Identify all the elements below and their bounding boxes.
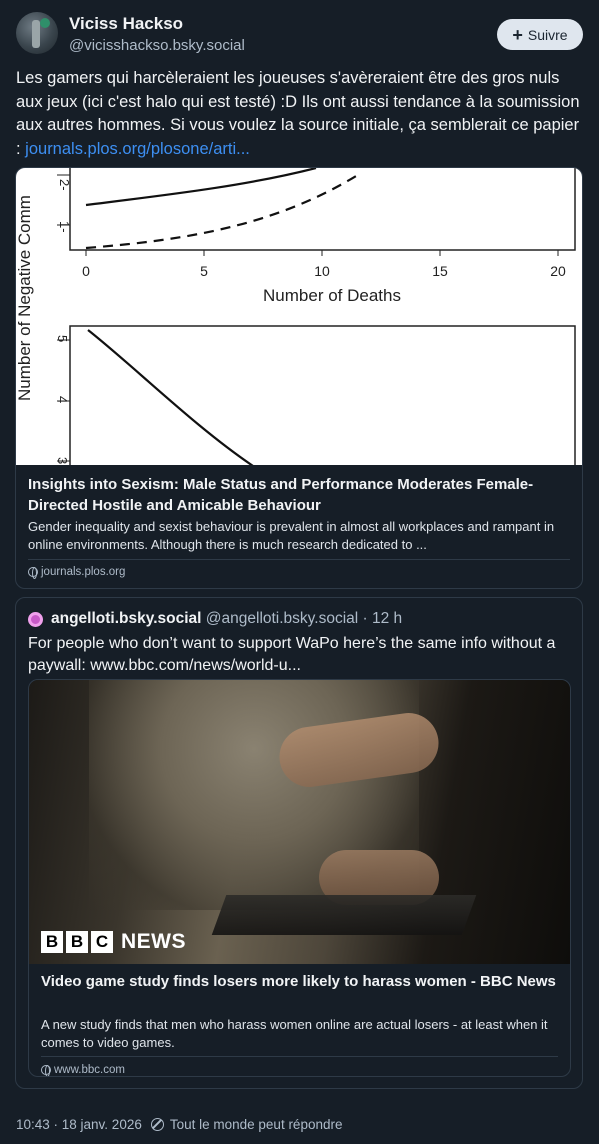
bottom-solid-curve: [87, 329, 257, 469]
figure-ylabel: Number of Negative Comm: [16, 195, 34, 401]
globe-icon: [28, 567, 38, 579]
bottom-panel-frame: [69, 325, 576, 477]
top-ytick-label-0: 2-: [57, 179, 72, 191]
xtick-label-4: 20: [550, 263, 566, 279]
quote-author-line: angelloti.bsky.social @angelloti.bsky.so…: [51, 610, 402, 628]
quote-author-handle[interactable]: @angelloti.bsky.social: [206, 610, 358, 627]
top-panel-frame: [69, 168, 576, 251]
avatar-dot: [40, 18, 50, 28]
follow-label: Suivre: [527, 26, 568, 43]
xtick-label-3: 15: [432, 263, 448, 279]
post-timestamp[interactable]: 10:43 · 18 janv. 2026: [16, 1117, 142, 1132]
bbc-logo-news: NEWS: [121, 930, 186, 953]
reply-restriction-icon: [150, 1118, 164, 1131]
photo-keyboard: [211, 895, 477, 935]
bbc-logo-block-3: C: [91, 931, 113, 953]
bottom-ytick-label-2: 3: [55, 457, 70, 464]
reply-setting[interactable]: Tout le monde peut répondre: [170, 1117, 343, 1132]
bbc-card-title: Video game study finds losers more likel…: [41, 973, 556, 990]
globe-icon: [41, 1065, 51, 1076]
bbc-logo-block-1: B: [41, 931, 63, 953]
figure-svg: 2- 1- 0 5 10 15 20 Number of Deaths Numb…: [16, 168, 576, 477]
xtick-label-1: 5: [200, 263, 208, 279]
quoted-post[interactable]: angelloti.bsky.social @angelloti.bsky.so…: [15, 597, 583, 1089]
follow-button[interactable]: + Suivre: [497, 19, 583, 50]
link-card-domain-row: journals.plos.org: [28, 566, 126, 579]
link-card-bbc[interactable]: B B C NEWS Video game study finds losers…: [28, 679, 571, 1077]
bbc-card-domain-row: www.bbc.com: [41, 1064, 125, 1076]
link-card-divider: [28, 559, 570, 560]
link-card-figure: 2- 1- 0 5 10 15 20 Number of Deaths Numb…: [16, 168, 582, 477]
bottom-ytick-label-0: 5: [55, 335, 70, 342]
link-card-plos[interactable]: 2- 1- 0 5 10 15 20 Number of Deaths Numb…: [15, 167, 583, 589]
author-name[interactable]: Viciss Hackso: [69, 14, 183, 34]
bbc-logo-block-2: B: [66, 931, 88, 953]
plus-icon: +: [512, 24, 523, 45]
figure-xlabel: Number of Deaths: [263, 286, 401, 305]
bbc-card-domain: www.bbc.com: [54, 1064, 125, 1076]
bbc-card-divider: [41, 1056, 558, 1057]
top-dashed-curve: [85, 172, 362, 250]
bbc-card-description: A new study finds that men who harass wo…: [41, 1017, 548, 1050]
quote-author-avatar[interactable]: [28, 612, 43, 627]
avatar-figure: [32, 20, 40, 48]
top-ytick-label-1: 1-: [57, 221, 72, 233]
link-card-title: Insights into Sexism: Male Status and Pe…: [28, 476, 534, 514]
xtick-label-0: 0: [82, 263, 90, 279]
post-link[interactable]: journals.plos.org/plosone/arti...: [25, 140, 250, 158]
post-text: Les gamers qui harcèleraient les joueuse…: [16, 67, 582, 161]
quote-time: · 12 h: [362, 610, 403, 627]
xtick-label-2: 10: [314, 263, 330, 279]
bbc-news-logo: B B C NEWS: [41, 930, 186, 954]
top-solid-curve: [85, 168, 317, 207]
bottom-ytick-label-1: 4: [55, 396, 70, 403]
post-footer: 10:43 · 18 janv. 2026 Tout le monde peut…: [16, 1117, 342, 1132]
link-card-domain: journals.plos.org: [41, 566, 126, 578]
bbc-card-image: B B C NEWS: [29, 680, 570, 964]
quote-text: For people who don’t want to support WaP…: [28, 635, 556, 674]
author-avatar[interactable]: [16, 12, 58, 54]
link-card-description: Gender inequality and sexist behaviour i…: [28, 519, 555, 552]
author-handle[interactable]: @vicisshackso.bsky.social: [69, 37, 245, 54]
post-header: Viciss Hackso @vicisshackso.bsky.social …: [16, 12, 583, 58]
quote-author-name[interactable]: angelloti.bsky.social: [51, 610, 201, 627]
